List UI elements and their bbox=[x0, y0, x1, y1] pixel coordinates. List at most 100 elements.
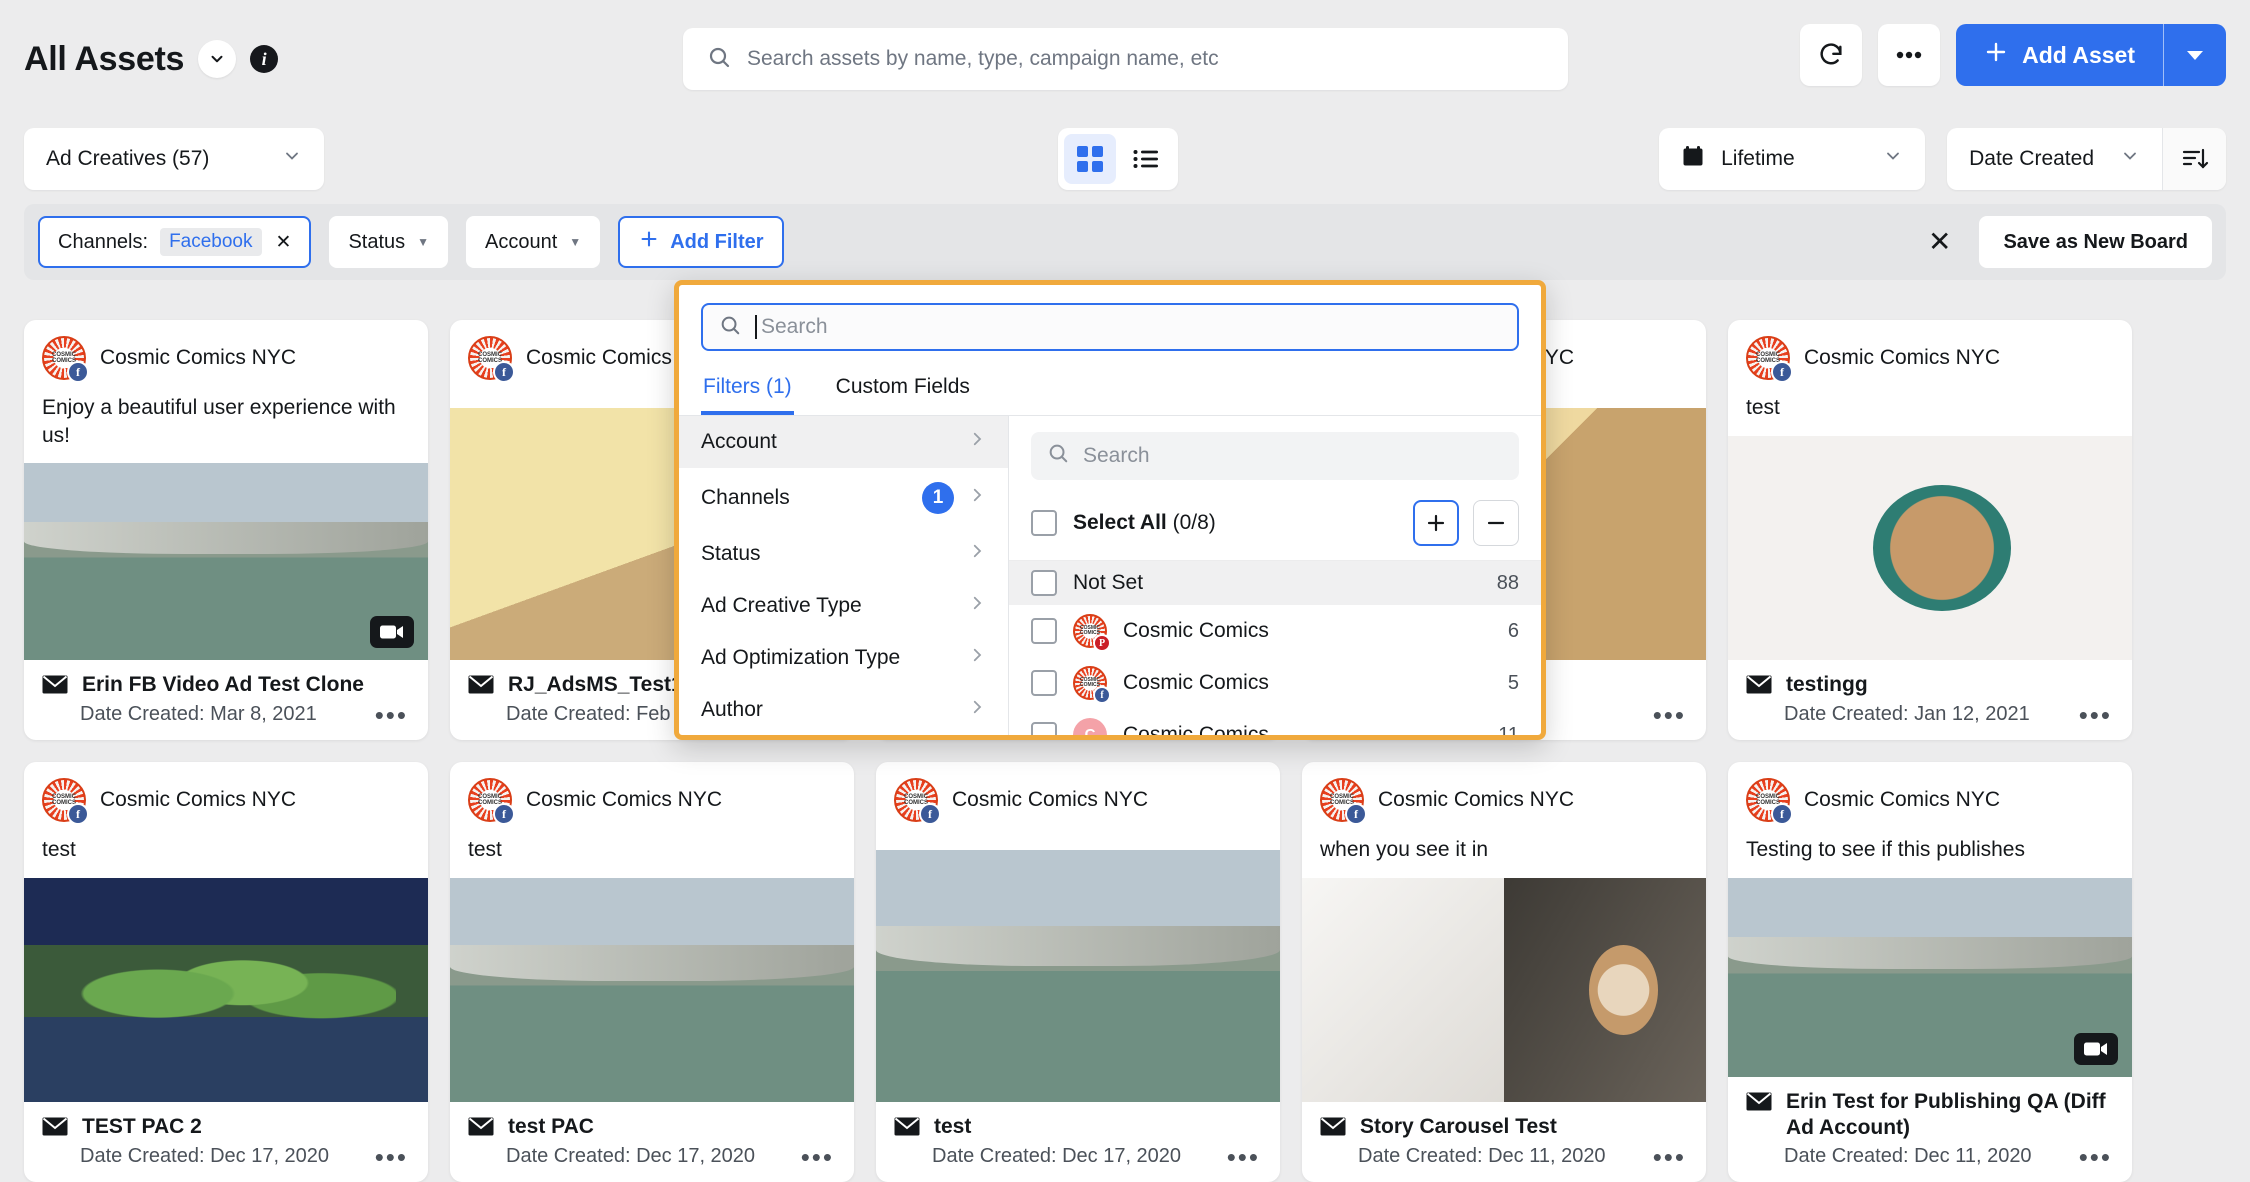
filter-value-checkbox[interactable] bbox=[1031, 570, 1057, 596]
chevron-right-icon bbox=[968, 486, 986, 510]
asset-card-header: COSMICCOMICSf Cosmic Comics NYC bbox=[1728, 762, 2132, 830]
pin-badge-icon: P bbox=[1093, 634, 1111, 652]
ellipsis-icon[interactable] bbox=[1878, 24, 1940, 86]
filter-value-list: Not Set 88 COSMICCOMICSP Cosmic Comics 6… bbox=[1009, 561, 1541, 735]
refresh-icon[interactable] bbox=[1800, 24, 1862, 86]
filter-value-checkbox[interactable] bbox=[1031, 722, 1057, 735]
asset-card[interactable]: COSMICCOMICSf Cosmic Comics NYC Testing … bbox=[1728, 762, 2132, 1182]
asset-account-name: Cosmic Comics NYC bbox=[1378, 788, 1574, 812]
filter-value-row[interactable]: Not Set 88 bbox=[1009, 561, 1541, 605]
filter-category-right bbox=[968, 646, 986, 670]
asset-title: Erin Test for Publishing QA (Diff Ad Acc… bbox=[1786, 1089, 2114, 1142]
add-filter-label: Add Filter bbox=[670, 231, 763, 254]
asset-account-name: Cosmic Comics NYC bbox=[1804, 346, 2000, 370]
page-title-group: All Assets i bbox=[24, 40, 278, 79]
asset-card[interactable]: COSMICCOMICSf Cosmic Comics NYC when you… bbox=[1302, 762, 1706, 1182]
asset-card[interactable]: COSMICCOMICSf Cosmic Comics NYC Enjoy a … bbox=[24, 320, 428, 740]
asset-title: RJ_AdsMS_Test1 bbox=[508, 672, 683, 698]
asset-card-header: COSMICCOMICSf Cosmic Comics NYC bbox=[450, 762, 854, 830]
asset-card-header: COSMICCOMICSf Cosmic Comics NYC bbox=[24, 762, 428, 830]
close-icon[interactable]: ✕ bbox=[276, 231, 292, 254]
sort-descending-icon[interactable] bbox=[2162, 128, 2226, 190]
fb-badge-icon: f bbox=[493, 803, 515, 825]
asset-card-header: COSMICCOMICSf Cosmic Comics NYC bbox=[876, 762, 1280, 830]
asset-media[interactable] bbox=[1728, 436, 2132, 660]
select-all-checkbox[interactable] bbox=[1031, 510, 1057, 536]
filter-value-row[interactable]: C◠ Cosmic Comics 11 bbox=[1009, 709, 1541, 735]
filter-chip-channels[interactable]: Channels: Facebook ✕ bbox=[38, 216, 311, 268]
tab-filters[interactable]: Filters (1) bbox=[701, 365, 794, 415]
asset-thumbnail bbox=[1728, 436, 2132, 660]
chevron-down-icon[interactable] bbox=[198, 40, 236, 78]
search-icon bbox=[719, 314, 741, 341]
filter-category-right bbox=[968, 594, 986, 618]
filter-category-right bbox=[968, 430, 986, 454]
date-range-select[interactable]: Lifetime bbox=[1659, 128, 1925, 190]
ellipsis-icon[interactable]: ••• bbox=[1653, 1150, 1686, 1166]
asset-card[interactable]: COSMICCOMICSf Cosmic Comics NYC test Dat… bbox=[876, 762, 1280, 1182]
asset-media[interactable] bbox=[24, 878, 428, 1102]
filter-value-checkbox[interactable] bbox=[1031, 618, 1057, 644]
asset-media[interactable] bbox=[1302, 878, 1706, 1102]
sort-by-select[interactable]: Date Created bbox=[1947, 128, 2162, 190]
ellipsis-icon[interactable]: ••• bbox=[2079, 1150, 2112, 1166]
filter-value-checkbox[interactable] bbox=[1031, 670, 1057, 696]
chevron-right-icon bbox=[968, 646, 986, 670]
view-grid-icon[interactable] bbox=[1064, 134, 1116, 184]
filter-category-channels[interactable]: Channels 1 bbox=[679, 468, 1008, 528]
filter-value-row[interactable]: COSMICCOMICSP Cosmic Comics 6 bbox=[1009, 605, 1541, 657]
filter-value-count: 5 bbox=[1508, 672, 1519, 695]
filter-category-account[interactable]: Account bbox=[679, 416, 1008, 468]
popup-tabs: Filters (1) Custom Fields bbox=[679, 365, 1541, 416]
ellipsis-icon[interactable]: ••• bbox=[375, 1150, 408, 1166]
view-list-icon[interactable] bbox=[1120, 134, 1172, 184]
popup-search[interactable]: Search bbox=[701, 303, 1519, 351]
close-icon[interactable]: ✕ bbox=[1928, 228, 1951, 256]
filter-category-label: Account bbox=[701, 430, 777, 454]
plus-icon[interactable] bbox=[1413, 500, 1459, 546]
ellipsis-icon[interactable]: ••• bbox=[375, 708, 408, 724]
filter-value-name: Not Set bbox=[1073, 571, 1481, 595]
info-icon[interactable]: i bbox=[250, 45, 278, 73]
filter-category-status[interactable]: Status bbox=[679, 528, 1008, 580]
avatar: COSMICCOMICSf bbox=[1320, 778, 1364, 822]
ellipsis-icon[interactable]: ••• bbox=[2079, 708, 2112, 724]
ellipsis-icon[interactable]: ••• bbox=[801, 1150, 834, 1166]
asset-media[interactable] bbox=[876, 850, 1280, 1102]
global-search[interactable] bbox=[683, 28, 1568, 90]
ellipsis-icon[interactable]: ••• bbox=[1227, 1150, 1260, 1166]
fb-badge-icon: f bbox=[1771, 803, 1793, 825]
ellipsis-icon[interactable]: ••• bbox=[1653, 708, 1686, 724]
asset-date: Date Created: Dec 17, 2020 bbox=[80, 1145, 410, 1168]
filter-category-ad creative type[interactable]: Ad Creative Type bbox=[679, 580, 1008, 632]
asset-media[interactable] bbox=[24, 463, 428, 660]
asset-card[interactable]: COSMICCOMICSf Cosmic Comics NYC test tes… bbox=[1728, 320, 2132, 740]
asset-card[interactable]: COSMICCOMICSf Cosmic Comics NYC test tes… bbox=[450, 762, 854, 1182]
add-asset-label: Add Asset bbox=[2022, 42, 2135, 69]
add-filter-button[interactable]: Add Filter bbox=[618, 216, 783, 268]
asset-media[interactable] bbox=[450, 878, 854, 1102]
asset-media[interactable] bbox=[1728, 878, 2132, 1077]
tab-custom-fields[interactable]: Custom Fields bbox=[834, 365, 972, 415]
filter-category-ad optimization type[interactable]: Ad Optimization Type bbox=[679, 632, 1008, 684]
caret-down-icon[interactable] bbox=[2164, 24, 2226, 86]
filter-chip-account[interactable]: Account ▼ bbox=[466, 216, 600, 268]
add-asset-main[interactable]: Add Asset bbox=[1956, 24, 2163, 86]
filter-category-author[interactable]: Author bbox=[679, 684, 1008, 735]
search-input[interactable] bbox=[747, 47, 1544, 71]
filter-value-count: 6 bbox=[1508, 620, 1519, 643]
asset-card-header: COSMICCOMICSf Cosmic Comics NYC bbox=[1728, 320, 2132, 388]
asset-card[interactable]: COSMICCOMICSf Cosmic Comics NYC test TES… bbox=[24, 762, 428, 1182]
value-search-input[interactable]: Search bbox=[1031, 432, 1519, 480]
asset-thumbnail bbox=[24, 463, 428, 660]
minus-icon[interactable] bbox=[1473, 500, 1519, 546]
filter-chip-status[interactable]: Status ▼ bbox=[329, 216, 448, 268]
asset-title: test PAC bbox=[508, 1114, 594, 1140]
envelope-icon bbox=[468, 675, 494, 699]
add-asset-button[interactable]: Add Asset bbox=[1956, 24, 2226, 86]
caret-down-icon: ▼ bbox=[417, 235, 429, 249]
asset-type-select[interactable]: Ad Creatives (57) bbox=[24, 128, 324, 190]
save-as-new-board-button[interactable]: Save as New Board bbox=[1979, 216, 2212, 268]
avatar: C◠ bbox=[1073, 718, 1107, 735]
filter-value-row[interactable]: COSMICCOMICSf Cosmic Comics 5 bbox=[1009, 657, 1541, 709]
